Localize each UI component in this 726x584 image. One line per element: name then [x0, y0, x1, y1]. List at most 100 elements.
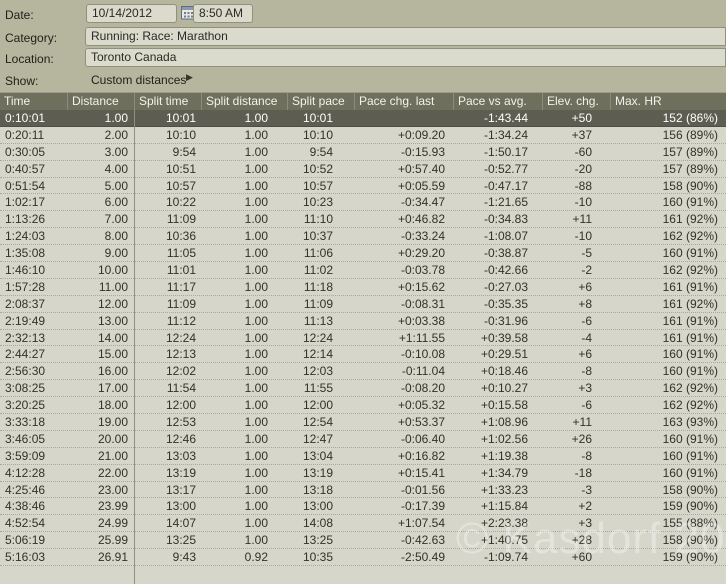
table-cell: +3 [578, 516, 592, 531]
table-row[interactable]: 5:16:03 26.91 9:43 0.92 10:35 -2:50.49 -1:09.7… [0, 549, 726, 567]
table-row[interactable]: 1:02:17 6.00 10:22 1.00 10:23 -0:34.47 -1:21.6… [0, 194, 726, 212]
time-field[interactable]: 8:50 AM [193, 4, 253, 23]
show-menu-arrow-icon[interactable]: ▶ [186, 72, 193, 83]
table-cell: 24.99 [97, 516, 128, 531]
table-cell: 1.00 [244, 533, 268, 548]
table-row[interactable]: 2:44:27 15.00 12:13 1.00 12:14 -0:10.08 +0:29.… [0, 346, 726, 364]
table-cell: 1.00 [244, 516, 268, 531]
table-cell: 159 (90%) [662, 499, 718, 514]
table-cell: -0:47.17 [483, 178, 528, 193]
table-cell: +1:33.23 [480, 482, 528, 497]
show-distances-dropdown[interactable]: Custom distances [91, 73, 186, 87]
table-cell: -0:33.24 [400, 229, 445, 244]
column-header-elev-chg-[interactable]: Elev. chg. [542, 93, 610, 110]
table-row[interactable]: 1:57:28 11.00 11:17 1.00 11:18 +0:15.62 -0:27.… [0, 279, 726, 296]
table-cell: 10:52 [302, 161, 333, 176]
table-row[interactable]: 0:40:57 4.00 10:51 1.00 10:52 +0:57.40 -0:52.7… [0, 161, 726, 178]
table-cell: +11 [572, 212, 592, 227]
table-cell: -1:21.65 [483, 195, 528, 210]
column-header-pace-vs-avg-[interactable]: Pace vs avg. [453, 93, 542, 110]
column-header-time[interactable]: Time [0, 93, 67, 110]
table-row[interactable]: 3:08:25 17.00 11:54 1.00 11:55 -0:08.20 +0:10.… [0, 380, 726, 398]
table-row[interactable]: 4:52:54 24.99 14:07 1.00 14:08 +1:07.54 +2:23.… [0, 515, 726, 533]
table-cell: 1.00 [244, 381, 268, 396]
table-cell: 9:43 [172, 550, 196, 565]
table-cell: 13:19 [302, 465, 333, 480]
table-cell: 11:55 [303, 381, 333, 396]
table-cell: 156 (89%) [662, 127, 718, 142]
table-cell: 9:54 [309, 144, 333, 159]
table-cell: 160 (91%) [662, 465, 718, 480]
table-row[interactable]: 3:33:18 19.00 12:53 1.00 12:54 +0:53.37 +1:08.… [0, 414, 726, 431]
table-cell: 162 (92%) [662, 262, 718, 277]
table-cell: -0:03.78 [400, 262, 445, 277]
table-row[interactable]: 0:20:11 2.00 10:10 1.00 10:10 +0:09.20 -1:34.2… [0, 127, 726, 144]
table-cell: 23.00 [97, 482, 128, 497]
table-row[interactable]: 2:56:30 16.00 12:02 1.00 12:03 -0:11.04 +0:18.… [0, 363, 726, 381]
table-cell: -0:08.31 [400, 296, 445, 311]
table-cell: -1:09.74 [483, 550, 528, 565]
table-cell: +0:10.27 [480, 381, 528, 396]
table-row[interactable]: 4:25:46 23.00 13:17 1.00 13:18 -0:01.56 +1:33.… [0, 482, 726, 499]
table-cell: 152 (86%) [662, 110, 718, 125]
table-row[interactable]: 3:59:09 21.00 13:03 1.00 13:04 +0:16.82 +1:19.… [0, 448, 726, 465]
table-cell: +28 [571, 533, 592, 548]
table-cell: 10:57 [165, 178, 196, 193]
column-header-split-distance[interactable]: Split distance [201, 93, 287, 110]
column-header-pace-chg-last[interactable]: Pace chg. last [354, 93, 453, 110]
column-header-split-pace[interactable]: Split pace [287, 93, 354, 110]
table-cell: 162 (92%) [662, 229, 718, 244]
table-cell: -1:34.24 [483, 127, 528, 142]
table-row[interactable]: 1:24:03 8.00 10:36 1.00 10:37 -0:33.24 -1:08.0… [0, 228, 726, 246]
table-cell: 13:03 [165, 448, 196, 463]
table-cell: 4:38:46 [5, 499, 46, 514]
table-cell: 163 (93%) [662, 414, 718, 429]
table-cell: 157 (89%) [662, 161, 718, 176]
table-cell: -0:42.63 [400, 533, 445, 548]
table-row[interactable]: 2:08:37 12.00 11:09 1.00 11:09 -0:08.31 -0:35.… [0, 296, 726, 313]
location-field[interactable]: Toronto Canada [85, 48, 726, 67]
table-row[interactable]: 0:30:05 3.00 9:54 1.00 9:54 -0:15.93 -1:50.17 -… [0, 144, 726, 161]
table-cell: +0:15.62 [397, 279, 445, 294]
table-row[interactable]: 1:13:26 7.00 11:09 1.00 11:10 +0:46.82 -0:34.8… [0, 211, 726, 229]
table-cell: -0:35.35 [483, 296, 528, 311]
table-row[interactable]: 4:38:46 23.99 13:00 1.00 13:00 -0:17.39 +1:15.… [0, 498, 726, 516]
table-cell: 3:46:05 [5, 431, 46, 446]
table-row[interactable]: 3:20:25 18.00 12:00 1.00 12:00 +0:05.32 +0:15.… [0, 397, 726, 415]
table-row[interactable]: 2:32:13 14.00 12:24 1.00 12:24 +1:11.55 +0:39.… [0, 330, 726, 347]
table-cell: 0.92 [244, 550, 268, 565]
table-row[interactable]: 1:35:08 9.00 11:05 1.00 11:06 +0:29.20 -0:38.8… [0, 245, 726, 263]
table-row[interactable]: 0:51:54 5.00 10:57 1.00 10:57 +0:05.59 -0:47.1… [0, 178, 726, 195]
table-cell: +0:05.59 [397, 178, 445, 193]
column-header-split-time[interactable]: Split time [134, 93, 201, 110]
table-cell: 9:54 [172, 144, 196, 159]
table-cell: 12:24 [302, 330, 333, 345]
category-field[interactable]: Running: Race: Marathon [85, 27, 726, 46]
table-cell: -4 [581, 330, 592, 345]
table-cell: 11:05 [166, 246, 196, 261]
column-header-max-hr[interactable]: Max. HR [610, 93, 726, 110]
table-cell: +0:15.41 [397, 465, 445, 480]
table-cell: 5:16:03 [5, 550, 46, 565]
table-cell: 11:09 [166, 212, 196, 227]
table-row[interactable]: 0:10:01 1.00 10:01 1.00 10:01 -1:43.44 +50 152 … [0, 110, 726, 127]
table-cell: 3:08:25 [5, 381, 46, 396]
table-cell: 1.00 [244, 178, 268, 193]
table-cell: 10.00 [97, 262, 128, 277]
table-row[interactable]: 2:19:49 13.00 11:12 1.00 11:13 +0:03.38 -0:31.… [0, 313, 726, 330]
table-cell: 160 (91%) [662, 347, 718, 362]
table-cell: 1.00 [244, 229, 268, 244]
table-cell: 4.00 [104, 161, 128, 176]
table-row[interactable]: 4:12:28 22.00 13:19 1.00 13:19 +0:15.41 +1:34.… [0, 465, 726, 482]
table-cell: 1:46:10 [5, 262, 46, 277]
table-row[interactable]: 1:46:10 10.00 11:01 1.00 11:02 -0:03.78 -0:42.… [0, 262, 726, 279]
table-cell: 11:02 [303, 262, 333, 277]
table-row[interactable]: 5:06:19 25.99 13:25 1.00 13:25 -0:42.63 +1:40.… [0, 532, 726, 550]
table-cell: 10:10 [165, 127, 196, 142]
table-cell: +1:08.96 [480, 414, 528, 429]
table-cell: 26.91 [97, 550, 128, 565]
table-cell: 0:40:57 [5, 161, 46, 176]
date-field[interactable]: 10/14/2012 [86, 4, 177, 23]
column-header-distance[interactable]: Distance [67, 93, 134, 110]
table-row[interactable]: 3:46:05 20.00 12:46 1.00 12:47 -0:06.40 +1:02.… [0, 431, 726, 448]
